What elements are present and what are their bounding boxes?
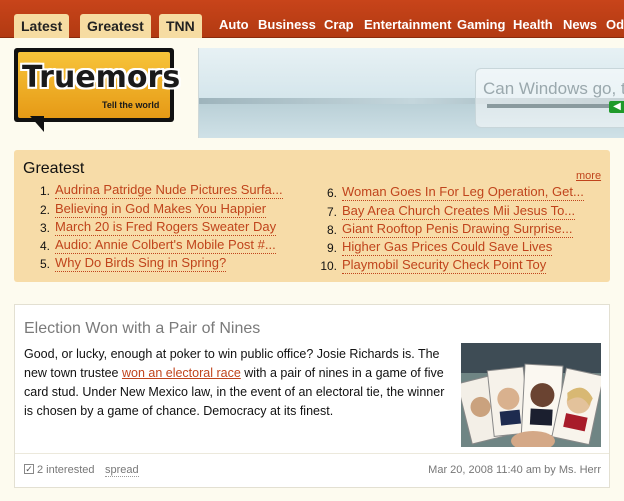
article-card: Election Won with a Pair of Nines Good, … — [14, 304, 610, 488]
banner-headline: Can Windows go, t — [483, 79, 624, 98]
article-footer: ✓ 2 interested spread Mar 20, 2008 11:40… — [15, 453, 609, 487]
item-link[interactable]: Why Do Birds Sing in Spring? — [55, 255, 227, 272]
logo-wordmark: Truemors — [22, 60, 181, 95]
banner-play-button[interactable]: ◀ — [609, 101, 624, 113]
category-odd[interactable]: Odd — [606, 17, 624, 32]
tab-latest[interactable]: Latest — [14, 14, 70, 38]
logo-speech-tail — [30, 116, 44, 132]
greatest-box: Greatest more 1. Audrina Patridge Nude P… — [14, 150, 610, 282]
top-nav-bar: Latest Greatest TNN Auto Business Crap E… — [0, 0, 624, 38]
item-number: 9. — [326, 241, 337, 255]
category-news[interactable]: News — [563, 17, 597, 32]
more-link[interactable]: more — [576, 170, 601, 182]
tab-greatest[interactable]: Greatest — [80, 14, 151, 38]
item-link[interactable]: Believing in God Makes You Happier — [55, 201, 267, 218]
logo-tagline: Tell the world — [102, 100, 160, 110]
site-logo[interactable]: Truemors Tell the world — [14, 48, 181, 122]
article-body: Good, or lucky, enough at poker to win p… — [24, 345, 454, 421]
item-link[interactable]: Higher Gas Prices Could Save Lives — [342, 239, 553, 256]
item-link[interactable]: Audrina Patridge Nude Pictures Surfa... — [55, 182, 283, 199]
item-link[interactable]: March 20 is Fred Rogers Sweater Day — [55, 219, 277, 236]
category-auto[interactable]: Auto — [219, 17, 249, 32]
item-number: 8. — [326, 223, 337, 237]
banner-progress — [487, 104, 613, 108]
category-crap[interactable]: Crap — [324, 17, 354, 32]
category-health[interactable]: Health — [513, 17, 553, 32]
item-number: 10. — [320, 259, 337, 273]
article-inline-link[interactable]: won an electoral race — [122, 366, 241, 380]
item-link[interactable]: Woman Goes In For Leg Operation, Get... — [342, 184, 584, 201]
item-link[interactable]: Audio: Annie Colbert's Mobile Post #... — [55, 237, 276, 254]
checkbox-icon[interactable]: ✓ — [24, 464, 34, 474]
interested-count[interactable]: 2 interested — [37, 464, 94, 476]
item-number: 4. — [39, 239, 50, 253]
item-number: 6. — [326, 186, 337, 200]
item-link[interactable]: Playmobil Security Check Point Toy — [342, 257, 547, 274]
item-number: 1. — [39, 184, 50, 198]
greatest-title: Greatest — [23, 160, 85, 177]
banner-ad[interactable]: Can Windows go, t ◀ — [198, 48, 624, 138]
article-meta: Mar 20, 2008 11:40 am by Ms. Herr — [428, 464, 601, 476]
article-image — [461, 343, 601, 447]
item-number: 5. — [39, 257, 50, 271]
item-number: 2. — [39, 203, 50, 217]
article-title[interactable]: Election Won with a Pair of Nines — [24, 320, 260, 338]
category-business[interactable]: Business — [258, 17, 316, 32]
poker-cards-image — [461, 343, 601, 447]
category-gaming[interactable]: Gaming — [457, 17, 505, 32]
item-link[interactable]: Giant Rooftop Penis Drawing Surprise... — [342, 221, 573, 238]
spread-link[interactable]: spread — [105, 464, 139, 477]
item-number: 7. — [326, 205, 337, 219]
category-entertainment[interactable]: Entertainment — [364, 17, 451, 32]
item-link[interactable]: Bay Area Church Creates Mii Jesus To... — [342, 203, 576, 220]
tab-tnn[interactable]: TNN — [159, 14, 202, 38]
item-number: 3. — [39, 221, 50, 235]
